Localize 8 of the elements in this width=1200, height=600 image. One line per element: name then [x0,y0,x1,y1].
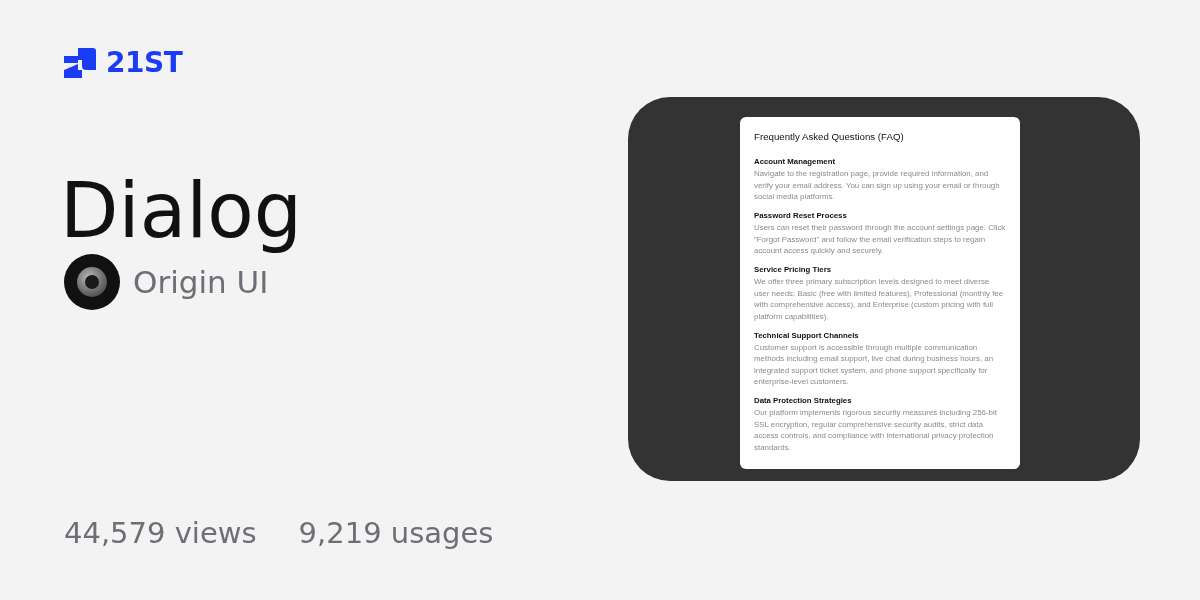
stat-text: 44,579 views [64,515,257,551]
logo-icon [64,48,96,78]
dialog-title: Frequently Asked Questions (FAQ) [754,130,905,144]
component-title: Dialog [60,166,303,256]
author-name: Origin UI [133,263,269,302]
stat-text: 9,219 usages [298,515,494,551]
avatar-icon [64,254,120,310]
brand-name: 21ST [106,48,183,78]
